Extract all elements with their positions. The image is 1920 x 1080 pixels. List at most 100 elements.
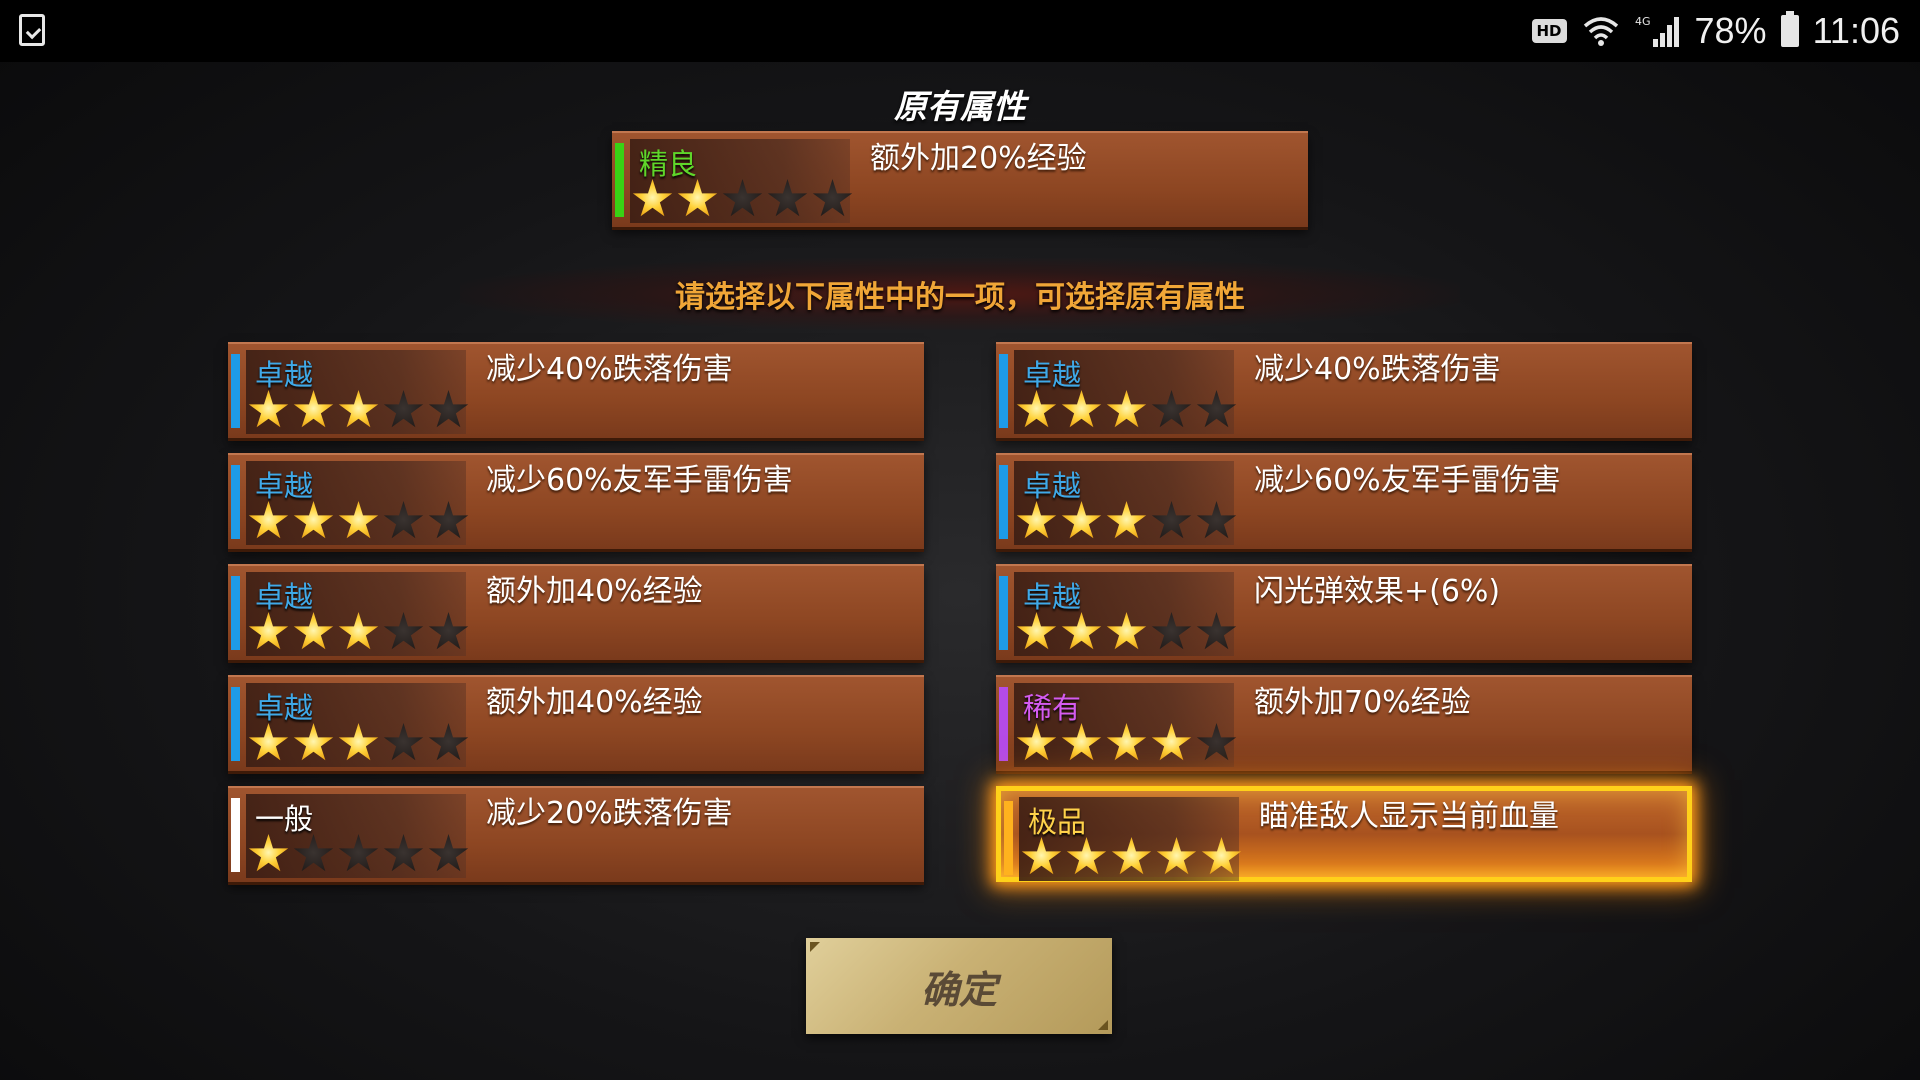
grade-label: 卓越: [1023, 358, 1082, 392]
rarity-bar: [231, 354, 240, 428]
task-check-icon: [19, 14, 45, 46]
star-filled-icon: [248, 390, 289, 428]
star-empty-icon: [383, 390, 424, 428]
star-filled-icon: [1106, 501, 1147, 539]
star-filled-icon: [1201, 837, 1242, 875]
star-filled-icon: [1111, 837, 1152, 875]
attribute-description: 减少20%跌落伤害: [486, 796, 733, 831]
rarity-bar: [999, 687, 1008, 761]
star-filled-icon: [1016, 390, 1057, 428]
rarity-bar: [231, 798, 240, 872]
star-filled-icon: [677, 179, 718, 217]
grade-label: 一般: [255, 802, 314, 836]
star-filled-icon: [293, 723, 334, 761]
star-filled-icon: [1061, 723, 1102, 761]
grade-label: 卓越: [1023, 469, 1082, 503]
star-empty-icon: [428, 501, 469, 539]
attribute-option-card[interactable]: 卓越 减少40%跌落伤害: [228, 342, 924, 438]
attribute-option-card[interactable]: 卓越 额外加40%经验: [228, 564, 924, 660]
star-empty-icon: [383, 612, 424, 650]
star-filled-icon: [293, 501, 334, 539]
status-indicators: HD 4G 78% 11:06: [1531, 8, 1900, 54]
star-filled-icon: [1151, 723, 1192, 761]
star-rating: [1016, 501, 1237, 542]
star-filled-icon: [338, 723, 379, 761]
star-filled-icon: [1021, 837, 1062, 875]
rarity-bar: [231, 465, 240, 539]
star-filled-icon: [293, 390, 334, 428]
star-filled-icon: [248, 723, 289, 761]
star-empty-icon: [383, 501, 424, 539]
grade-label: 卓越: [255, 358, 314, 392]
star-empty-icon: [293, 834, 334, 872]
rarity-bar: [999, 465, 1008, 539]
attribute-option-card[interactable]: 卓越 减少60%友军手雷伤害: [996, 453, 1692, 549]
attribute-description: 额外加40%经验: [486, 685, 703, 720]
rarity-bar: [615, 143, 624, 217]
attribute-description: 额外加20%经验: [870, 141, 1087, 176]
battery-percent: 78%: [1694, 10, 1767, 51]
grade-label: 卓越: [255, 691, 314, 725]
star-empty-icon: [1196, 612, 1237, 650]
attribute-option-card[interactable]: 卓越 额外加40%经验: [228, 675, 924, 771]
star-empty-icon: [1151, 390, 1192, 428]
attribute-description: 减少60%友军手雷伤害: [1254, 463, 1561, 498]
star-rating: [248, 390, 469, 431]
attribute-option-card[interactable]: 一般 减少20%跌落伤害: [228, 786, 924, 882]
star-rating: [248, 834, 469, 875]
grade-label: 卓越: [1023, 580, 1082, 614]
attribute-option-card[interactable]: 卓越 减少40%跌落伤害: [996, 342, 1692, 438]
confirm-button[interactable]: 确定: [806, 938, 1112, 1034]
star-filled-icon: [248, 612, 289, 650]
star-empty-icon: [1196, 723, 1237, 761]
star-filled-icon: [338, 390, 379, 428]
star-empty-icon: [338, 834, 379, 872]
confirm-label: 确定: [920, 967, 997, 1012]
star-filled-icon: [248, 501, 289, 539]
star-rating: [248, 612, 469, 653]
attribute-option-card[interactable]: 卓越 闪光弹效果+(6%): [996, 564, 1692, 660]
star-filled-icon: [338, 501, 379, 539]
star-filled-icon: [1016, 612, 1057, 650]
star-filled-icon: [338, 612, 379, 650]
star-filled-icon: [248, 834, 289, 872]
attribute-description: 减少60%友军手雷伤害: [486, 463, 793, 498]
attribute-description: 闪光弹效果+(6%): [1254, 574, 1501, 609]
star-rating: [248, 723, 469, 764]
network-type-label: 4G: [1635, 15, 1651, 28]
rarity-bar: [999, 576, 1008, 650]
rarity-bar: [999, 354, 1008, 428]
star-filled-icon: [293, 612, 334, 650]
star-rating: [1016, 723, 1237, 764]
attribute-option-card[interactable]: 卓越 减少60%友军手雷伤害: [228, 453, 924, 549]
star-empty-icon: [428, 390, 469, 428]
star-empty-icon: [767, 179, 808, 217]
star-filled-icon: [1106, 612, 1147, 650]
attribute-description: 额外加70%经验: [1254, 685, 1471, 720]
grade-label: 极品: [1028, 805, 1087, 839]
battery-icon: [1780, 11, 1799, 47]
star-filled-icon: [1061, 390, 1102, 428]
attribute-description: 瞄准敌人显示当前血量: [1259, 799, 1559, 834]
grade-label: 卓越: [255, 580, 314, 614]
star-empty-icon: [1196, 390, 1237, 428]
star-filled-icon: [1061, 612, 1102, 650]
attribute-option-card[interactable]: 极品 瞄准敌人显示当前血量: [996, 786, 1692, 882]
star-filled-icon: [1106, 723, 1147, 761]
original-attribute-card: 精良 额外加20%经验: [612, 131, 1308, 227]
attribute-option-card[interactable]: 稀有 额外加70%经验: [996, 675, 1692, 771]
star-empty-icon: [1196, 501, 1237, 539]
original-attribute-title: 原有属性: [894, 87, 1026, 126]
grade-label: 稀有: [1023, 691, 1082, 725]
star-rating: [632, 179, 853, 220]
star-empty-icon: [812, 179, 853, 217]
rarity-bar: [1004, 801, 1013, 875]
cellular-signal-icon: 4G: [1635, 13, 1681, 49]
star-rating: [1016, 390, 1237, 431]
star-empty-icon: [1151, 612, 1192, 650]
star-filled-icon: [1016, 501, 1057, 539]
grade-label: 精良: [639, 147, 698, 181]
attribute-description: 减少40%跌落伤害: [1254, 352, 1501, 387]
star-filled-icon: [1061, 501, 1102, 539]
star-filled-icon: [1016, 723, 1057, 761]
